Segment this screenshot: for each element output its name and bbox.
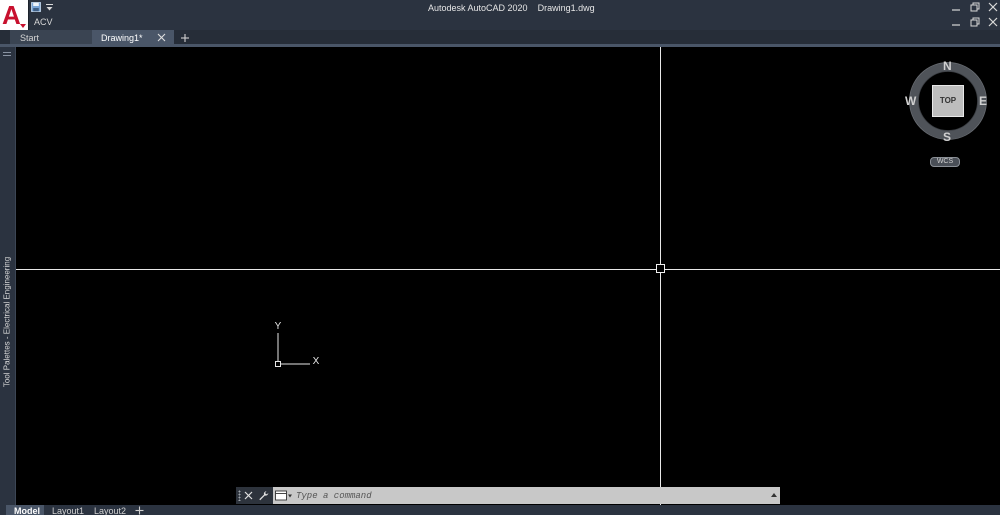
recent-commands-icon[interactable] xyxy=(275,490,293,501)
viewcube-top-face[interactable]: TOP xyxy=(932,85,964,117)
ucs-y-label: Y xyxy=(275,321,282,332)
ucs-x-label: X xyxy=(313,356,320,367)
add-layout-plus-icon[interactable] xyxy=(135,506,144,515)
autocad-a-icon: A xyxy=(2,0,21,30)
save-icon[interactable] xyxy=(31,2,41,12)
title-bar: A ACV Autodesk AutoCAD 2020 Drawing1.dwg xyxy=(0,0,1000,30)
compass-east[interactable]: E xyxy=(979,95,987,107)
tab-model[interactable]: Model xyxy=(6,505,44,515)
ucs-icon[interactable]: Y X xyxy=(270,320,330,370)
command-line-grip-icon[interactable] xyxy=(238,490,241,501)
window-title: Autodesk AutoCAD 2020 Drawing1.dwg xyxy=(428,3,595,13)
command-history-arrow-icon[interactable] xyxy=(771,493,777,497)
command-line xyxy=(236,487,780,504)
command-line-toolbar xyxy=(236,487,273,504)
crosshair-vertical xyxy=(660,47,661,505)
restore-icon[interactable] xyxy=(970,2,980,12)
drawing-canvas[interactable] xyxy=(16,47,1000,505)
autocad-window: A ACV Autodesk AutoCAD 2020 Drawing1.dwg xyxy=(0,0,1000,515)
new-tab-plus-icon[interactable] xyxy=(180,33,190,43)
chevron-down-icon xyxy=(20,24,26,28)
tool-palette-strip[interactable]: Tool Palettes - Electrical Engineering xyxy=(0,47,16,505)
document-close-icon[interactable] xyxy=(988,17,998,27)
compass-south[interactable]: S xyxy=(943,131,951,143)
document-restore-icon[interactable] xyxy=(970,17,980,27)
command-line-close-icon[interactable] xyxy=(244,491,253,500)
compass-west[interactable]: W xyxy=(905,95,916,107)
cursor-pickbox xyxy=(656,264,665,273)
compass-north[interactable]: N xyxy=(943,60,952,72)
tab-close-icon[interactable] xyxy=(157,33,166,42)
workspace-label: ACV xyxy=(34,17,53,27)
crosshair-horizontal xyxy=(16,269,1000,270)
palette-grip-icon[interactable] xyxy=(3,52,11,56)
minimize-icon[interactable] xyxy=(951,2,961,12)
close-icon[interactable] xyxy=(988,2,998,12)
wcs-menu-button[interactable]: WCS xyxy=(930,157,960,167)
application-menu-button[interactable]: A xyxy=(0,0,29,30)
tab-layout2[interactable]: Layout2 xyxy=(94,505,126,515)
layout-tab-bar: Model Layout1 Layout2 xyxy=(0,505,1000,515)
command-input[interactable] xyxy=(296,488,766,503)
tab-drawing1-label: Drawing1* xyxy=(101,33,143,43)
tool-palette-title: Tool Palettes - Electrical Engineering xyxy=(2,256,12,388)
quick-access-dropdown-icon[interactable] xyxy=(45,3,54,12)
tab-layout1[interactable]: Layout1 xyxy=(52,505,84,515)
wrench-icon[interactable] xyxy=(258,490,269,501)
viewcube[interactable]: N S E W TOP xyxy=(903,57,991,147)
document-minimize-icon[interactable] xyxy=(951,17,961,27)
